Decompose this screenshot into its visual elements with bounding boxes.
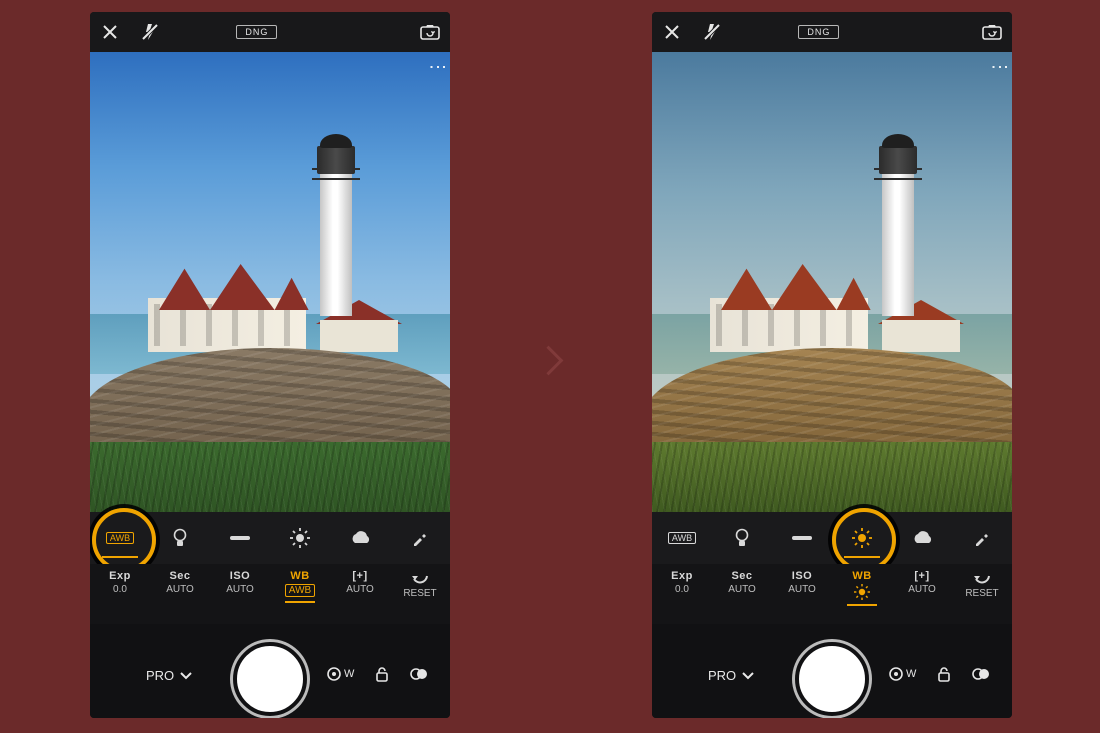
- mode-selector[interactable]: PRO: [146, 668, 192, 683]
- setting-exposure[interactable]: Exp0.0: [93, 570, 147, 601]
- unlock-icon: [374, 666, 390, 682]
- lock-button[interactable]: [374, 666, 390, 682]
- more-icon[interactable]: ⋮: [432, 58, 444, 75]
- close-icon[interactable]: [90, 12, 130, 52]
- shutter-button[interactable]: [795, 642, 869, 716]
- viewfinder[interactable]: ⋮: [652, 52, 1012, 512]
- setting-iso[interactable]: ISOAUTO: [213, 570, 267, 601]
- file-format-badge[interactable]: DNG: [236, 25, 277, 39]
- lock-button[interactable]: [936, 666, 952, 682]
- house: [704, 256, 874, 352]
- setting-reset[interactable]: RESET: [955, 570, 1009, 605]
- switch-camera-icon[interactable]: [410, 12, 450, 52]
- setting-focus[interactable]: [+]AUTO: [895, 570, 949, 601]
- lens-icon: [326, 666, 342, 682]
- reset-icon: [411, 570, 429, 584]
- cloud-icon: [349, 531, 371, 545]
- overlay-icon: [410, 666, 428, 682]
- chevron-down-icon: [742, 672, 754, 680]
- flash-off-icon[interactable]: [130, 12, 170, 52]
- lighthouse: [314, 136, 358, 316]
- awb-icon: AWB: [668, 532, 696, 544]
- setting-shutter[interactable]: SecAUTO: [153, 570, 207, 601]
- bulb-icon: [734, 528, 750, 548]
- tube-icon: [229, 533, 251, 543]
- lens-icon: [888, 666, 904, 682]
- wide-label: W: [906, 668, 916, 680]
- tube-icon: [791, 533, 813, 543]
- wb-incandescent[interactable]: [714, 514, 770, 562]
- wb-presets-row: AWB: [90, 512, 450, 564]
- close-icon[interactable]: [652, 12, 692, 52]
- setting-exposure[interactable]: Exp0.0: [655, 570, 709, 601]
- wb-eyedropper[interactable]: [392, 514, 448, 562]
- pro-settings-row: Exp0.0 SecAUTO ISOAUTO WB [+]AUTO RESET: [652, 564, 1012, 624]
- sun-icon: [290, 528, 310, 548]
- sun-icon: [854, 584, 870, 600]
- wide-label: W: [344, 668, 354, 680]
- awb-icon: AWB: [106, 532, 134, 544]
- cloud-icon: [911, 531, 933, 545]
- bulb-icon: [172, 528, 188, 548]
- arrow-right-icon: [538, 350, 562, 388]
- file-format-badge[interactable]: DNG: [798, 25, 839, 39]
- wb-incandescent[interactable]: [152, 514, 208, 562]
- camera-screen-before: DNG ⋮ AWB: [90, 12, 450, 718]
- shutter-button[interactable]: [233, 642, 307, 716]
- lighthouse: [876, 136, 920, 316]
- setting-focus[interactable]: [+]AUTO: [333, 570, 387, 601]
- more-icon[interactable]: ⋮: [994, 58, 1006, 75]
- lens-wide-button[interactable]: W: [326, 666, 354, 682]
- pro-settings-row: Exp0.0 SecAUTO ISOAUTO WBAWB [+]AUTO RES…: [90, 564, 450, 624]
- overlay-icon: [972, 666, 990, 682]
- wb-awb[interactable]: AWB: [92, 514, 148, 562]
- setting-wb[interactable]: WBAWB: [273, 570, 327, 603]
- setting-wb[interactable]: WB: [835, 570, 889, 606]
- wb-awb[interactable]: AWB: [654, 514, 710, 562]
- house: [142, 256, 312, 352]
- reset-icon: [973, 570, 991, 584]
- camera-screen-after: DNG ⋮ AWB Exp0.0 SecAUTO ISOAUTO: [652, 12, 1012, 718]
- bottom-bar: PRO W: [90, 624, 450, 718]
- wb-cloudy[interactable]: [332, 514, 388, 562]
- viewfinder[interactable]: ⋮: [90, 52, 450, 512]
- wb-cloudy[interactable]: [894, 514, 950, 562]
- wb-fluorescent[interactable]: [212, 514, 268, 562]
- mode-selector[interactable]: PRO: [708, 668, 754, 683]
- lens-wide-button[interactable]: W: [888, 666, 916, 682]
- bottom-bar: PRO W: [652, 624, 1012, 718]
- mode-label: PRO: [146, 668, 174, 683]
- top-bar: DNG: [90, 12, 450, 52]
- unlock-icon: [936, 666, 952, 682]
- mode-label: PRO: [708, 668, 736, 683]
- wb-presets-row: AWB: [652, 512, 1012, 564]
- flash-off-icon[interactable]: [692, 12, 732, 52]
- top-bar: DNG: [652, 12, 1012, 52]
- overlay-button[interactable]: [972, 666, 990, 682]
- setting-shutter[interactable]: SecAUTO: [715, 570, 769, 601]
- setting-reset[interactable]: RESET: [393, 570, 447, 605]
- switch-camera-icon[interactable]: [972, 12, 1012, 52]
- wb-daylight[interactable]: [834, 514, 890, 562]
- overlay-button[interactable]: [410, 666, 428, 682]
- setting-iso[interactable]: ISOAUTO: [775, 570, 829, 601]
- sun-icon: [852, 528, 872, 548]
- wb-daylight[interactable]: [272, 514, 328, 562]
- eyedropper-icon: [411, 529, 429, 547]
- eyedropper-icon: [973, 529, 991, 547]
- wb-eyedropper[interactable]: [954, 514, 1010, 562]
- wb-fluorescent[interactable]: [774, 514, 830, 562]
- chevron-down-icon: [180, 672, 192, 680]
